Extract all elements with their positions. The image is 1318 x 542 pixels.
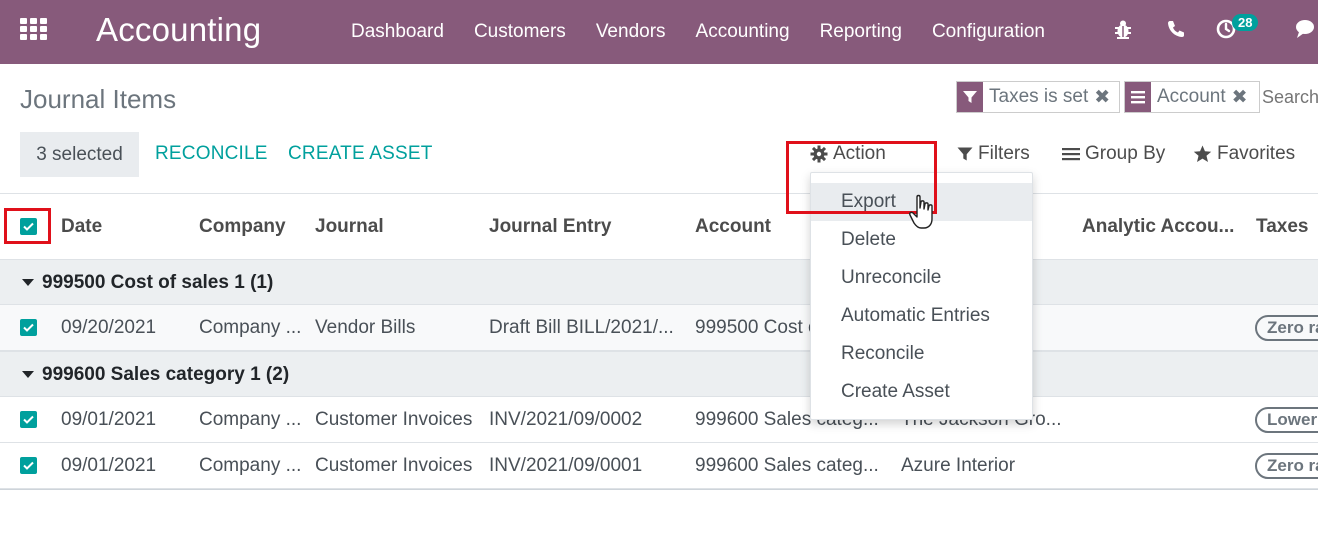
activity-count-badge: 28 xyxy=(1232,14,1259,31)
group-row[interactable]: 999600 Sales category 1 (2) xyxy=(0,351,1318,397)
column-header-date[interactable]: Date xyxy=(61,216,102,238)
menu-item-automatic-entries[interactable]: Automatic Entries xyxy=(811,297,1032,335)
facet-label: Taxes is set xyxy=(989,86,1089,107)
menu-item-vendors[interactable]: Vendors xyxy=(581,21,681,43)
cell-account: 999600 Sales categ... xyxy=(695,455,879,476)
apps-menu-icon[interactable] xyxy=(20,18,48,42)
cell-journal: Vendor Bills xyxy=(315,317,416,338)
facet-account: Account ✖ xyxy=(1124,81,1260,113)
menu-item-customers[interactable]: Customers xyxy=(459,21,581,43)
group-label: 999500 Cost of sales 1 (1) xyxy=(42,272,274,293)
tax-tag: Lower rate xyxy=(1255,407,1318,433)
filters-button[interactable]: Filters xyxy=(957,143,1030,165)
row-checkbox[interactable] xyxy=(20,411,37,428)
debug-bug-icon[interactable] xyxy=(1112,18,1134,40)
top-navbar: Accounting Dashboard Customers Vendors A… xyxy=(0,0,1318,64)
menu-item-configuration[interactable]: Configuration xyxy=(917,21,1060,43)
cell-journal-entry: INV/2021/09/0002 xyxy=(489,409,643,430)
main-menu: Dashboard Customers Vendors Accounting R… xyxy=(336,0,1060,64)
facet-taxes-is-set: Taxes is set ✖ xyxy=(956,81,1120,113)
row-checkbox[interactable] xyxy=(20,319,37,336)
check-icon xyxy=(23,222,34,231)
cell-journal: Customer Invoices xyxy=(315,409,473,430)
messaging-chat-icon[interactable] xyxy=(1294,18,1318,40)
row-checkbox[interactable] xyxy=(20,457,37,474)
favorites-label: Favorites xyxy=(1217,143,1296,164)
cell-date: 09/20/2021 xyxy=(61,317,157,338)
menu-item-reporting[interactable]: Reporting xyxy=(805,21,917,43)
facet-remove-icon[interactable]: ✖ xyxy=(1094,86,1115,109)
cell-company: Company ... xyxy=(199,455,302,476)
page-title: Journal Items xyxy=(20,84,177,114)
filters-label: Filters xyxy=(978,143,1030,164)
cell-journal-entry: INV/2021/09/0001 xyxy=(489,455,643,476)
action-dropdown-menu: Export Delete Unreconcile Automatic Entr… xyxy=(810,172,1033,420)
cell-company: Company ... xyxy=(199,317,302,338)
menu-item-accounting[interactable]: Accounting xyxy=(681,21,805,43)
check-icon xyxy=(23,461,34,470)
table-row[interactable]: 09/20/2021 Company ... Vendor Bills Draf… xyxy=(0,305,1318,351)
star-icon xyxy=(1193,145,1212,162)
column-header-analytic-account[interactable]: Analytic Accou... xyxy=(1082,216,1234,238)
create-asset-button[interactable]: CREATE ASSET xyxy=(288,143,433,165)
cell-date: 09/01/2021 xyxy=(61,409,157,430)
search-input[interactable] xyxy=(1262,83,1318,111)
menu-item-unreconcile[interactable]: Unreconcile xyxy=(811,259,1032,297)
reconcile-button[interactable]: RECONCILE xyxy=(155,143,268,165)
group-by-icon xyxy=(1125,82,1151,112)
cell-journal-entry: Draft Bill BILL/2021/... xyxy=(489,317,674,338)
table-row[interactable]: 09/01/2021 Company ... Customer Invoices… xyxy=(0,443,1318,489)
select-all-checkbox[interactable] xyxy=(20,218,37,235)
menu-item-dashboard[interactable]: Dashboard xyxy=(336,21,459,43)
menu-item-create-asset[interactable]: Create Asset xyxy=(811,373,1032,411)
column-header-journal[interactable]: Journal xyxy=(315,216,384,238)
column-header-account[interactable]: Account xyxy=(695,216,771,238)
group-by-label: Group By xyxy=(1085,143,1166,164)
cell-date: 09/01/2021 xyxy=(61,455,157,476)
phone-icon[interactable] xyxy=(1165,18,1187,40)
filter-icon xyxy=(957,147,973,161)
tax-tag: Zero rated xyxy=(1255,315,1318,341)
group-by-button[interactable]: Group By xyxy=(1062,143,1165,165)
gear-icon xyxy=(810,145,828,163)
caret-down-icon xyxy=(22,279,34,286)
favorites-button[interactable]: Favorites xyxy=(1193,143,1295,165)
menu-item-reconcile[interactable]: Reconcile xyxy=(811,335,1032,373)
check-icon xyxy=(23,415,34,424)
cell-journal: Customer Invoices xyxy=(315,455,473,476)
cell-partner: Azure Interior xyxy=(901,455,1016,476)
app-brand[interactable]: Accounting xyxy=(96,11,261,49)
tax-tag: Zero rated xyxy=(1255,453,1318,479)
column-header-company[interactable]: Company xyxy=(199,216,286,238)
menu-item-export[interactable]: Export xyxy=(811,183,1032,221)
group-row[interactable]: 999500 Cost of sales 1 (1) xyxy=(0,259,1318,305)
facet-label: Account xyxy=(1157,86,1226,107)
filter-icon xyxy=(957,82,983,112)
table-top-border xyxy=(0,193,1318,194)
column-header-journal-entry[interactable]: Journal Entry xyxy=(489,216,611,238)
table-row[interactable]: 09/01/2021 Company ... Customer Invoices… xyxy=(0,397,1318,443)
action-label: Action xyxy=(833,143,886,164)
caret-down-icon xyxy=(22,371,34,378)
group-label: 999600 Sales category 1 (2) xyxy=(42,364,290,385)
cell-company: Company ... xyxy=(199,409,302,430)
bars-icon xyxy=(1062,148,1080,161)
action-button[interactable]: Action xyxy=(810,143,886,165)
table-bottom-border xyxy=(0,489,1318,490)
column-header-taxes[interactable]: Taxes xyxy=(1256,216,1308,238)
check-icon xyxy=(23,323,34,332)
selected-count: 3 selected xyxy=(20,132,139,177)
facet-remove-icon[interactable]: ✖ xyxy=(1232,86,1253,109)
menu-item-delete[interactable]: Delete xyxy=(811,221,1032,259)
